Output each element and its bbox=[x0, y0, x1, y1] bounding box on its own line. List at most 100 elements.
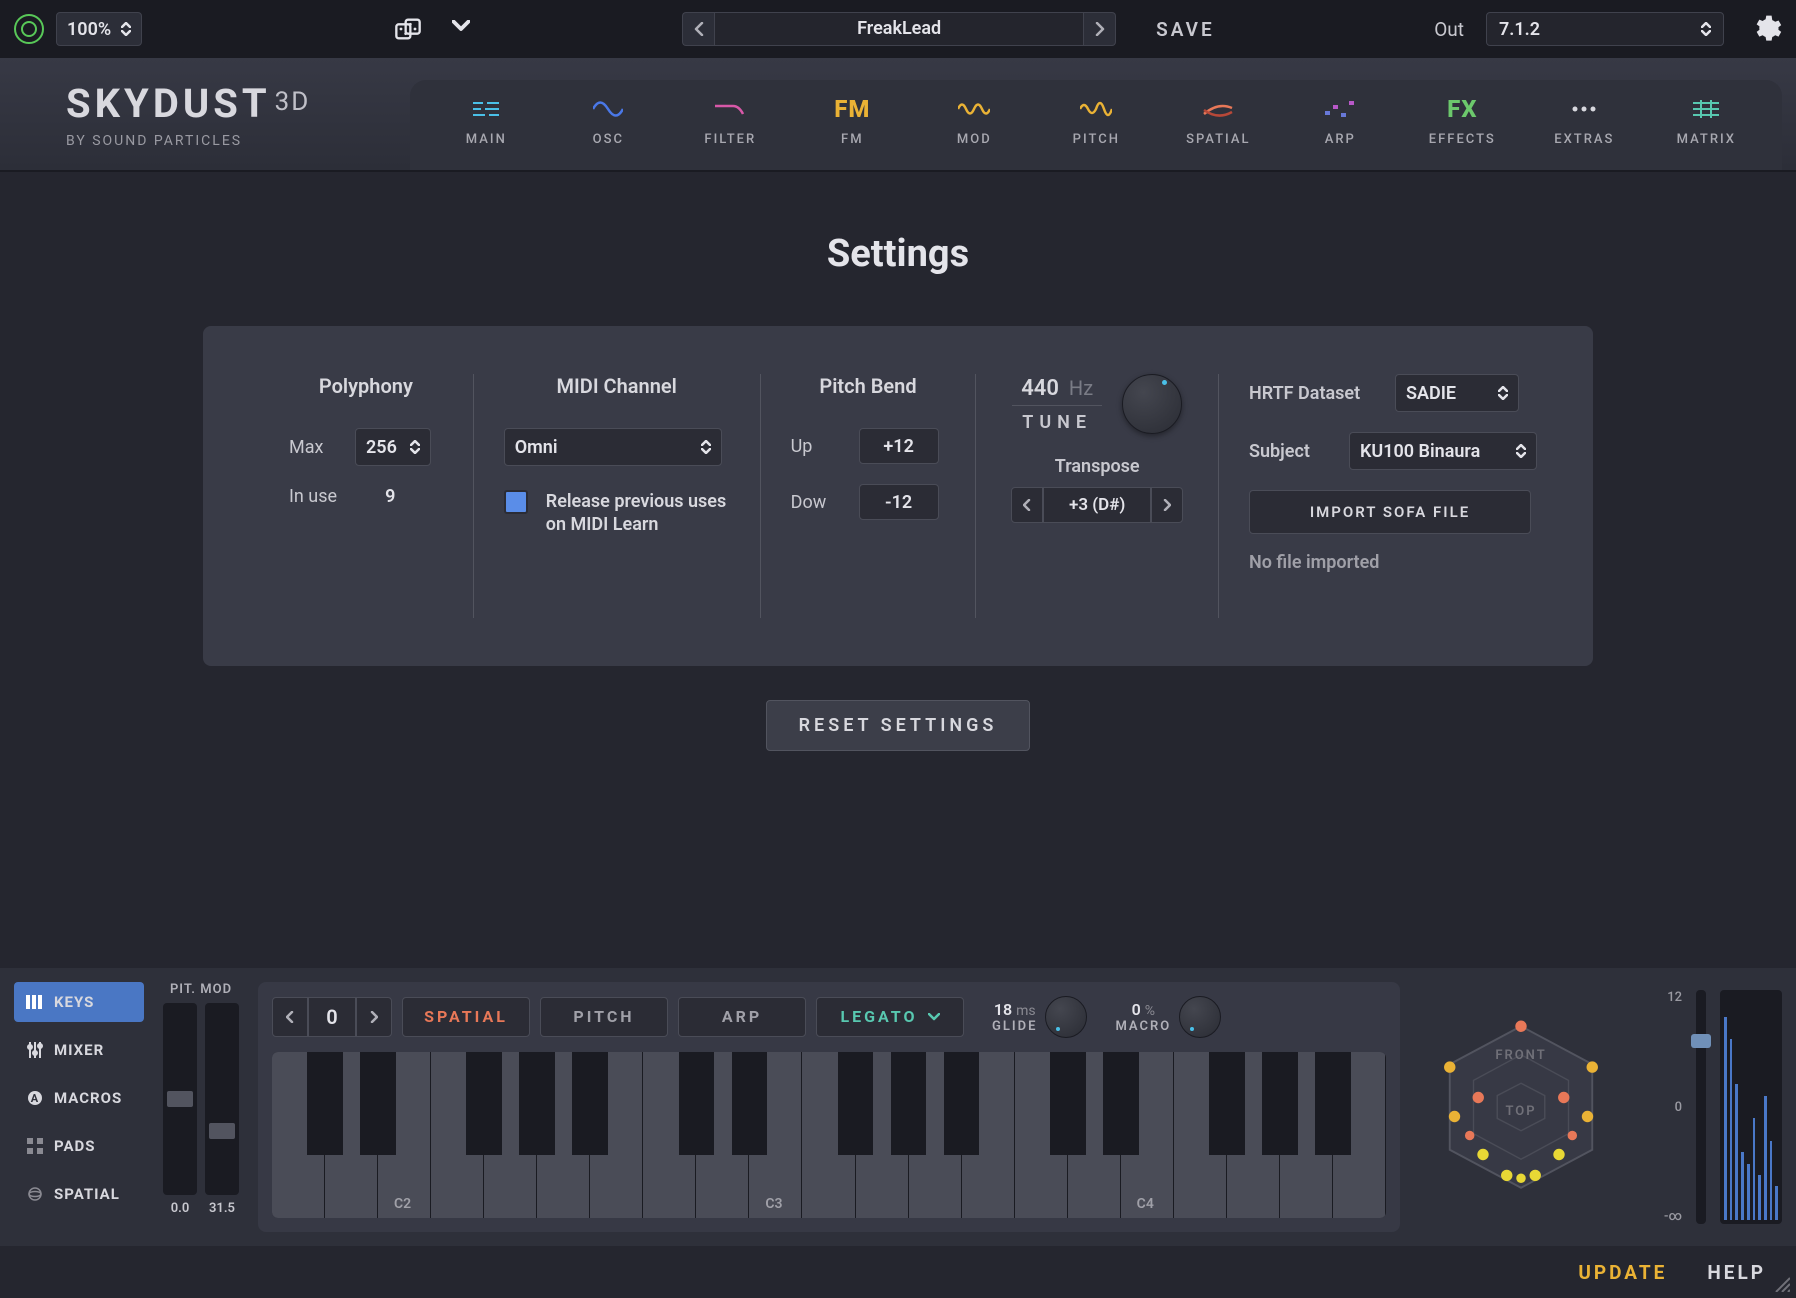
pitchbend-title: Pitch Bend bbox=[791, 374, 946, 398]
pitchbend-column: Pitch Bend Up +12 Dow -12 bbox=[760, 374, 976, 618]
glide-knob[interactable] bbox=[1045, 996, 1087, 1038]
tab-extras[interactable]: EXTRAS bbox=[1548, 94, 1620, 170]
resize-handle-icon[interactable] bbox=[1772, 1274, 1790, 1292]
tune-knob[interactable] bbox=[1122, 374, 1182, 434]
hrtf-subject-selector[interactable]: KU100 Binaura bbox=[1349, 432, 1537, 470]
main-content: Settings Polyphony Max 256 In use 9 MIDI… bbox=[0, 172, 1796, 791]
tab-arp[interactable]: ARP bbox=[1304, 94, 1376, 170]
macro-knob[interactable] bbox=[1179, 996, 1221, 1038]
update-button[interactable]: UPDATE bbox=[1578, 1261, 1667, 1284]
spatial-sphere-view[interactable]: FRONT TOP bbox=[1414, 1000, 1628, 1214]
midi-channel-selector[interactable]: Omni bbox=[504, 428, 722, 466]
side-tabs: KEYS MIXER AMACROS PADS SPATIAL bbox=[14, 982, 144, 1232]
mode-legato-selector[interactable]: LEGATO bbox=[816, 997, 964, 1037]
spatial-globe-icon bbox=[26, 1185, 44, 1203]
pitchbend-down-value[interactable]: -12 bbox=[859, 484, 939, 520]
preset-next-button[interactable] bbox=[1084, 12, 1116, 46]
spatial-arc-icon bbox=[1182, 94, 1254, 124]
transpose-label: Transpose bbox=[1006, 456, 1188, 477]
keys-icon bbox=[26, 993, 44, 1011]
tab-osc[interactable]: OSC bbox=[572, 94, 644, 170]
polyphony-title: Polyphony bbox=[289, 374, 443, 398]
mode-pitch-button[interactable]: PITCH bbox=[540, 997, 668, 1037]
preset-name[interactable]: FreakLead bbox=[714, 12, 1084, 46]
transpose-control: +3 (D#) bbox=[1006, 487, 1188, 523]
tune-unit: Hz bbox=[1069, 376, 1093, 400]
brand-title: SKYDUST bbox=[66, 80, 271, 127]
output-format-selector[interactable]: 7.1.2 bbox=[1486, 12, 1724, 46]
hrtf-subject-label: Subject bbox=[1249, 441, 1333, 462]
polyphony-column: Polyphony Max 256 In use 9 bbox=[259, 374, 473, 618]
transpose-next-button[interactable] bbox=[1151, 487, 1183, 523]
polyphony-max-selector[interactable]: 256 bbox=[355, 428, 431, 466]
tab-pitch[interactable]: PITCH bbox=[1060, 94, 1132, 170]
polyphony-inuse-label: In use bbox=[289, 486, 337, 507]
tab-fm[interactable]: FM FM bbox=[816, 94, 888, 170]
hrtf-dataset-label: HRTF Dataset bbox=[1249, 383, 1379, 404]
tab-spatial[interactable]: SPATIAL bbox=[1182, 94, 1254, 170]
mod-fader[interactable] bbox=[205, 1003, 239, 1195]
reset-settings-button[interactable]: RESET SETTINGS bbox=[766, 700, 1031, 751]
stepper-icon bbox=[121, 22, 131, 36]
octave-nav: 0 bbox=[272, 997, 392, 1037]
pitch-fader-value: 0.0 bbox=[163, 1201, 197, 1216]
dropdown-chevron-icon[interactable] bbox=[452, 20, 470, 38]
side-tab-keys[interactable]: KEYS bbox=[14, 982, 144, 1022]
pitchbend-up-label: Up bbox=[791, 436, 841, 457]
tab-main[interactable]: MAIN bbox=[450, 94, 522, 170]
mode-spatial-button[interactable]: SPATIAL bbox=[402, 997, 530, 1037]
pads-icon bbox=[26, 1137, 44, 1155]
output-label: Out bbox=[1434, 18, 1464, 41]
help-button[interactable]: HELP bbox=[1707, 1261, 1766, 1284]
mode-arp-button[interactable]: ARP bbox=[678, 997, 806, 1037]
piano-keyboard[interactable]: C2C3C4 bbox=[272, 1052, 1386, 1218]
transpose-value[interactable]: +3 (D#) bbox=[1043, 487, 1151, 523]
midi-title: MIDI Channel bbox=[504, 374, 730, 398]
pitchbend-down-label: Dow bbox=[791, 492, 841, 513]
mod-wave-icon bbox=[938, 94, 1010, 124]
release-previous-checkbox[interactable] bbox=[504, 490, 528, 514]
main-tabs: MAIN OSC FILTER FM FM MOD PITCH SPATIAL bbox=[410, 80, 1782, 170]
cpu-indicator-icon bbox=[14, 14, 44, 44]
side-tab-pads[interactable]: PADS bbox=[14, 1126, 144, 1166]
hrtf-dataset-selector[interactable]: SADIE bbox=[1395, 374, 1519, 412]
volume-slider[interactable] bbox=[1696, 990, 1706, 1224]
octave-down-button[interactable] bbox=[272, 997, 308, 1037]
settings-gear-icon[interactable] bbox=[1750, 13, 1782, 45]
tune-label: TUNE bbox=[1012, 412, 1102, 433]
side-tab-spatial[interactable]: SPATIAL bbox=[14, 1174, 144, 1214]
mixer-icon bbox=[26, 1041, 44, 1059]
dots-icon bbox=[1548, 94, 1620, 124]
glide-value: 18 bbox=[994, 1000, 1012, 1019]
tab-mod[interactable]: MOD bbox=[938, 94, 1010, 170]
tab-matrix[interactable]: MATRIX bbox=[1670, 94, 1742, 170]
sphere-top-label: TOP bbox=[1426, 1104, 1616, 1119]
keyboard-area: 0 SPATIAL PITCH ARP LEGATO 18msGLIDE 0%M… bbox=[258, 982, 1400, 1232]
meter-scale: 12 0 -∞ bbox=[1642, 982, 1682, 1232]
tab-filter[interactable]: FILTER bbox=[694, 94, 766, 170]
save-button[interactable]: SAVE bbox=[1156, 18, 1215, 41]
polyphony-max-label: Max bbox=[289, 437, 337, 458]
octave-value: 0 bbox=[308, 997, 356, 1037]
octave-up-button[interactable] bbox=[356, 997, 392, 1037]
pitmod-label: PIT. MOD bbox=[158, 982, 244, 997]
pitch-mod-faders: PIT. MOD 0.031.5 bbox=[158, 982, 244, 1232]
side-tab-mixer[interactable]: MIXER bbox=[14, 1030, 144, 1070]
pitchbend-up-value[interactable]: +12 bbox=[859, 428, 939, 464]
pitch-fader[interactable] bbox=[163, 1003, 197, 1195]
output-meters: 12 0 -∞ bbox=[1642, 982, 1782, 1232]
tune-column: 440Hz TUNE Transpose +3 (D#) bbox=[975, 374, 1218, 618]
top-bar: 100% FreakLead SAVE Out 7.1.2 bbox=[0, 0, 1796, 58]
tab-effects[interactable]: FX EFFECTS bbox=[1426, 94, 1498, 170]
import-sofa-button[interactable]: IMPORT SOFA FILE bbox=[1249, 490, 1531, 534]
zoom-selector[interactable]: 100% bbox=[56, 12, 142, 46]
preset-navigator: FreakLead bbox=[682, 12, 1116, 46]
zoom-value: 100% bbox=[67, 19, 111, 40]
grid-icon bbox=[450, 94, 522, 124]
macro-unit: % bbox=[1145, 1003, 1155, 1019]
macro-value: 0 bbox=[1132, 1000, 1141, 1019]
preset-prev-button[interactable] bbox=[682, 12, 714, 46]
transpose-prev-button[interactable] bbox=[1011, 487, 1043, 523]
side-tab-macros[interactable]: AMACROS bbox=[14, 1078, 144, 1118]
randomize-dice-icon[interactable] bbox=[394, 15, 422, 43]
